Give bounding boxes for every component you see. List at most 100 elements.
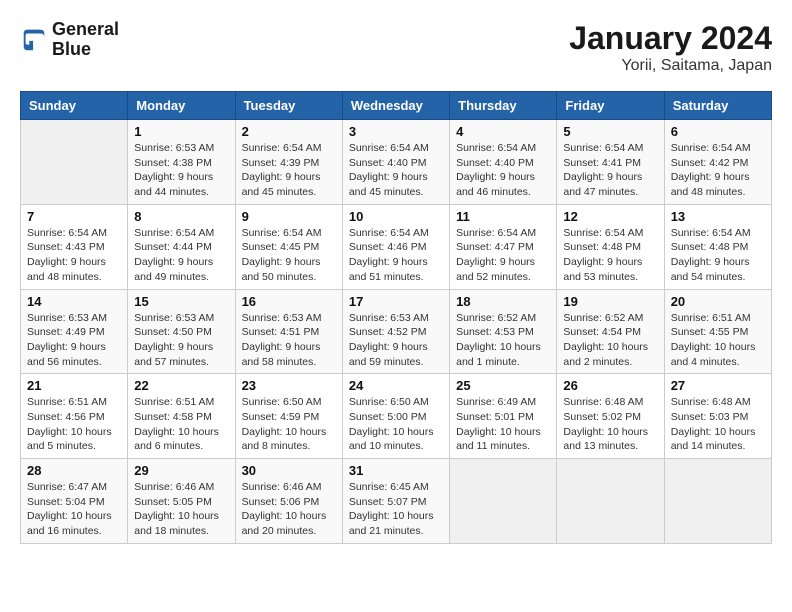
day-header-sunday: Sunday [21, 92, 128, 120]
calendar-cell: 27 Sunrise: 6:48 AMSunset: 5:03 PMDayligh… [664, 374, 771, 459]
day-info: Sunrise: 6:51 AMSunset: 4:56 PMDaylight:… [27, 395, 121, 454]
week-row-4: 21 Sunrise: 6:51 AMSunset: 4:56 PMDayligh… [21, 374, 772, 459]
day-number: 22 [134, 378, 228, 393]
calendar-cell: 31 Sunrise: 6:45 AMSunset: 5:07 PMDayligh… [342, 459, 449, 544]
day-info: Sunrise: 6:53 AMSunset: 4:51 PMDaylight:… [242, 311, 336, 370]
day-number: 21 [27, 378, 121, 393]
calendar-cell: 25 Sunrise: 6:49 AMSunset: 5:01 PMDayligh… [450, 374, 557, 459]
page-subtitle: Yorii, Saitama, Japan [569, 57, 772, 75]
day-number: 31 [349, 463, 443, 478]
day-info: Sunrise: 6:48 AMSunset: 5:03 PMDaylight:… [671, 395, 765, 454]
day-number: 1 [134, 124, 228, 139]
day-info: Sunrise: 6:46 AMSunset: 5:05 PMDaylight:… [134, 480, 228, 539]
week-row-5: 28 Sunrise: 6:47 AMSunset: 5:04 PMDayligh… [21, 459, 772, 544]
calendar-cell: 29 Sunrise: 6:46 AMSunset: 5:05 PMDayligh… [128, 459, 235, 544]
day-info: Sunrise: 6:53 AMSunset: 4:50 PMDaylight:… [134, 311, 228, 370]
calendar-cell: 7 Sunrise: 6:54 AMSunset: 4:43 PMDaylight… [21, 204, 128, 289]
day-info: Sunrise: 6:54 AMSunset: 4:47 PMDaylight:… [456, 226, 550, 285]
day-info: Sunrise: 6:54 AMSunset: 4:46 PMDaylight:… [349, 226, 443, 285]
day-info: Sunrise: 6:54 AMSunset: 4:45 PMDaylight:… [242, 226, 336, 285]
logo-line1: General [52, 20, 119, 40]
week-row-2: 7 Sunrise: 6:54 AMSunset: 4:43 PMDaylight… [21, 204, 772, 289]
day-header-wednesday: Wednesday [342, 92, 449, 120]
calendar-cell [21, 120, 128, 205]
day-header-thursday: Thursday [450, 92, 557, 120]
day-number: 26 [563, 378, 657, 393]
day-info: Sunrise: 6:54 AMSunset: 4:48 PMDaylight:… [563, 226, 657, 285]
calendar-cell: 4 Sunrise: 6:54 AMSunset: 4:40 PMDaylight… [450, 120, 557, 205]
day-info: Sunrise: 6:53 AMSunset: 4:49 PMDaylight:… [27, 311, 121, 370]
calendar-cell: 14 Sunrise: 6:53 AMSunset: 4:49 PMDayligh… [21, 289, 128, 374]
day-info: Sunrise: 6:51 AMSunset: 4:55 PMDaylight:… [671, 311, 765, 370]
day-number: 8 [134, 209, 228, 224]
day-info: Sunrise: 6:54 AMSunset: 4:43 PMDaylight:… [27, 226, 121, 285]
day-info: Sunrise: 6:46 AMSunset: 5:06 PMDaylight:… [242, 480, 336, 539]
calendar-cell: 30 Sunrise: 6:46 AMSunset: 5:06 PMDayligh… [235, 459, 342, 544]
day-number: 3 [349, 124, 443, 139]
day-number: 10 [349, 209, 443, 224]
day-info: Sunrise: 6:54 AMSunset: 4:41 PMDaylight:… [563, 141, 657, 200]
calendar-cell: 2 Sunrise: 6:54 AMSunset: 4:39 PMDaylight… [235, 120, 342, 205]
logo-line2: Blue [52, 40, 119, 60]
day-number: 30 [242, 463, 336, 478]
calendar-cell: 28 Sunrise: 6:47 AMSunset: 5:04 PMDayligh… [21, 459, 128, 544]
day-info: Sunrise: 6:54 AMSunset: 4:40 PMDaylight:… [456, 141, 550, 200]
calendar-cell: 20 Sunrise: 6:51 AMSunset: 4:55 PMDayligh… [664, 289, 771, 374]
day-number: 28 [27, 463, 121, 478]
calendar-cell: 17Sunrise: 6:53 AMSunset: 4:52 PMDayligh… [342, 289, 449, 374]
day-header-tuesday: Tuesday [235, 92, 342, 120]
day-number: 27 [671, 378, 765, 393]
day-info: Sunrise: 6:53 AMSunset: 4:38 PMDaylight:… [134, 141, 228, 200]
day-number: 19 [563, 294, 657, 309]
calendar-cell: 1 Sunrise: 6:53 AMSunset: 4:38 PMDaylight… [128, 120, 235, 205]
logo: General Blue [20, 20, 119, 60]
day-number: 23 [242, 378, 336, 393]
calendar-cell: 19 Sunrise: 6:52 AMSunset: 4:54 PMDayligh… [557, 289, 664, 374]
page-header: General Blue January 2024 Yorii, Saitama… [20, 20, 772, 75]
calendar-cell [450, 459, 557, 544]
calendar-cell: 21 Sunrise: 6:51 AMSunset: 4:56 PMDayligh… [21, 374, 128, 459]
day-number: 20 [671, 294, 765, 309]
calendar-cell: 3Sunrise: 6:54 AMSunset: 4:40 PMDaylight… [342, 120, 449, 205]
calendar-cell: 11 Sunrise: 6:54 AMSunset: 4:47 PMDayligh… [450, 204, 557, 289]
calendar-cell: 10 Sunrise: 6:54 AMSunset: 4:46 PMDayligh… [342, 204, 449, 289]
day-number: 11 [456, 209, 550, 224]
day-number: 24 [349, 378, 443, 393]
calendar-cell: 12Sunrise: 6:54 AMSunset: 4:48 PMDayligh… [557, 204, 664, 289]
calendar-cell: 23Sunrise: 6:50 AMSunset: 4:59 PMDayligh… [235, 374, 342, 459]
day-info: Sunrise: 6:47 AMSunset: 5:04 PMDaylight:… [27, 480, 121, 539]
day-header-saturday: Saturday [664, 92, 771, 120]
calendar-cell: 15 Sunrise: 6:53 AMSunset: 4:50 PMDayligh… [128, 289, 235, 374]
day-number: 14 [27, 294, 121, 309]
day-number: 7 [27, 209, 121, 224]
logo-icon [20, 26, 48, 54]
day-info: Sunrise: 6:50 AMSunset: 5:00 PMDaylight:… [349, 395, 443, 454]
day-number: 9 [242, 209, 336, 224]
day-number: 15 [134, 294, 228, 309]
calendar-table: SundayMondayTuesdayWednesdayThursdayFrid… [20, 91, 772, 544]
day-number: 13 [671, 209, 765, 224]
day-number: 16 [242, 294, 336, 309]
day-info: Sunrise: 6:49 AMSunset: 5:01 PMDaylight:… [456, 395, 550, 454]
calendar-cell: 16 Sunrise: 6:53 AMSunset: 4:51 PMDayligh… [235, 289, 342, 374]
week-row-3: 14 Sunrise: 6:53 AMSunset: 4:49 PMDayligh… [21, 289, 772, 374]
day-header-monday: Monday [128, 92, 235, 120]
calendar-cell: 26Sunrise: 6:48 AMSunset: 5:02 PMDayligh… [557, 374, 664, 459]
day-number: 4 [456, 124, 550, 139]
week-row-1: 1 Sunrise: 6:53 AMSunset: 4:38 PMDaylight… [21, 120, 772, 205]
calendar-cell: 24 Sunrise: 6:50 AMSunset: 5:00 PMDayligh… [342, 374, 449, 459]
page-title: January 2024 [569, 20, 772, 57]
day-info: Sunrise: 6:45 AMSunset: 5:07 PMDaylight:… [349, 480, 443, 539]
calendar-cell: 18Sunrise: 6:52 AMSunset: 4:53 PMDayligh… [450, 289, 557, 374]
day-number: 29 [134, 463, 228, 478]
calendar-cell: 9 Sunrise: 6:54 AMSunset: 4:45 PMDaylight… [235, 204, 342, 289]
day-info: Sunrise: 6:54 AMSunset: 4:42 PMDaylight:… [671, 141, 765, 200]
day-info: Sunrise: 6:52 AMSunset: 4:54 PMDaylight:… [563, 311, 657, 370]
day-info: Sunrise: 6:54 AMSunset: 4:48 PMDaylight:… [671, 226, 765, 285]
calendar-header-row: SundayMondayTuesdayWednesdayThursdayFrid… [21, 92, 772, 120]
day-number: 6 [671, 124, 765, 139]
day-number: 2 [242, 124, 336, 139]
day-info: Sunrise: 6:51 AMSunset: 4:58 PMDaylight:… [134, 395, 228, 454]
day-number: 25 [456, 378, 550, 393]
day-info: Sunrise: 6:54 AMSunset: 4:39 PMDaylight:… [242, 141, 336, 200]
